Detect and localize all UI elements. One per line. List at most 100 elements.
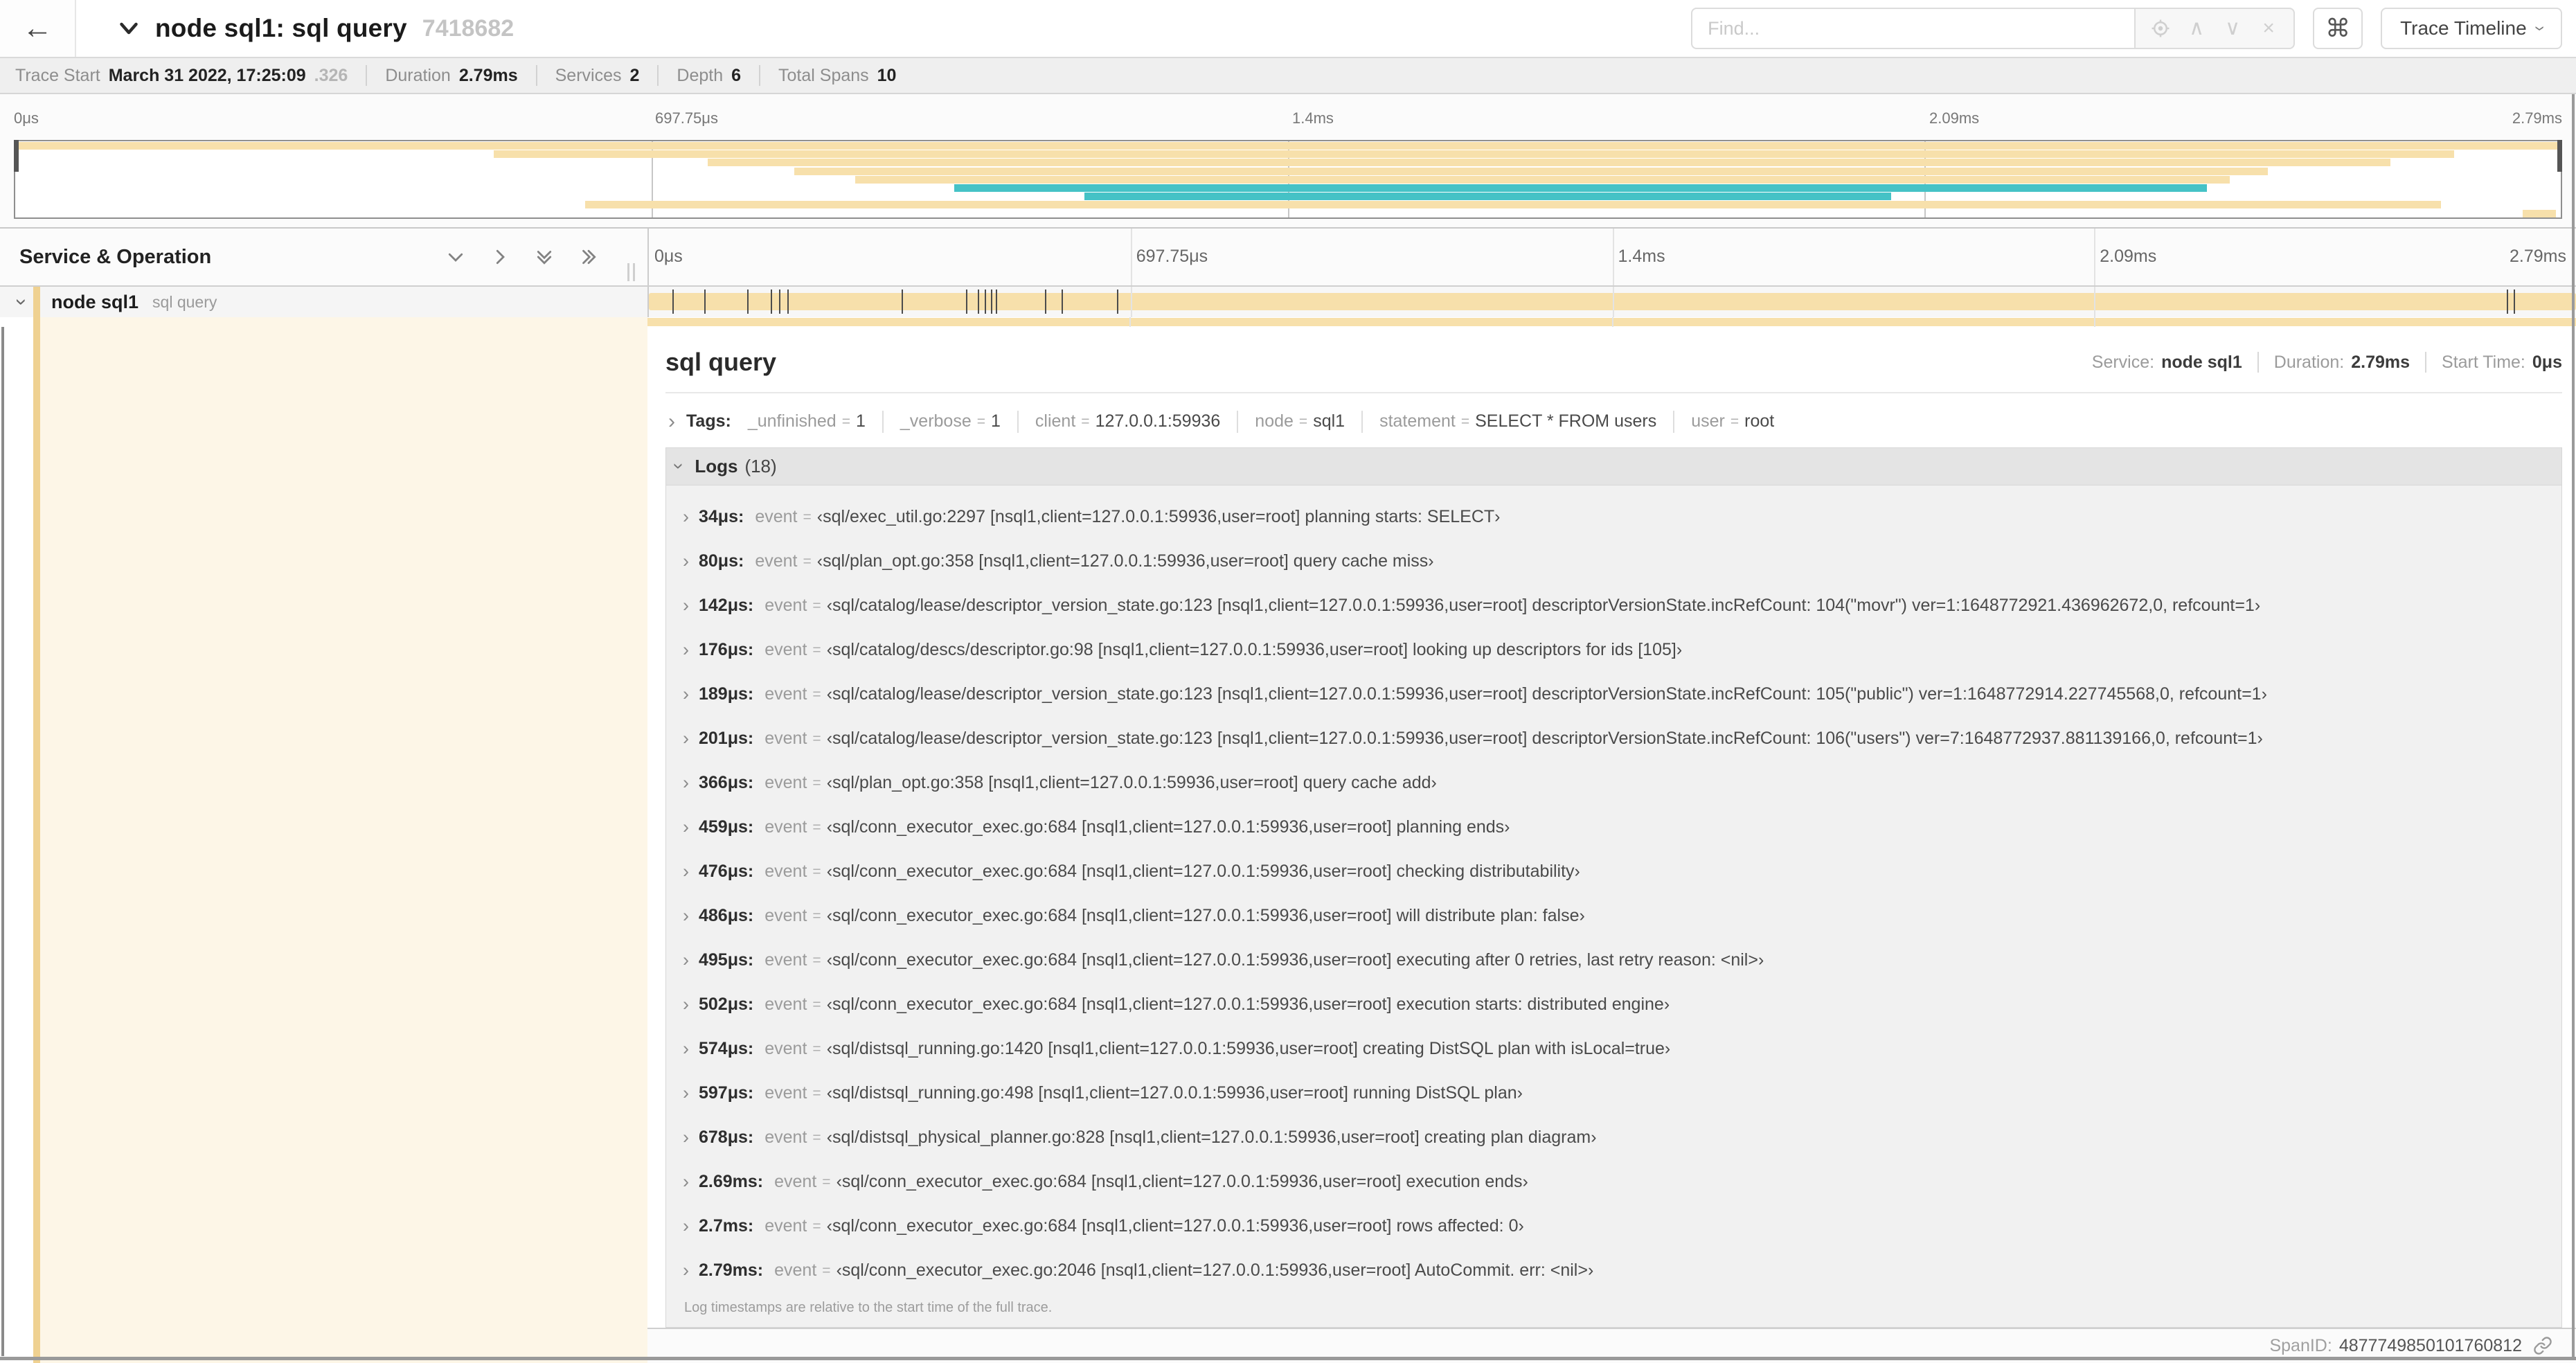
viewport-left-handle[interactable] — [14, 140, 19, 172]
chevron-right-icon[interactable]: › — [683, 818, 689, 837]
log-field-value: ‹sql/distsql_running.go:498 [nsql1,clien… — [826, 1083, 1523, 1103]
detail-strip-timeline — [647, 317, 2576, 327]
chevron-right-icon[interactable]: › — [683, 1217, 689, 1236]
span-id-value: 4877749850101760812 — [2338, 1335, 2522, 1355]
chevron-right-icon[interactable]: › — [668, 411, 675, 432]
log-row[interactable]: › 201μs: event = ‹sql/catalog/lease/descript… — [683, 717, 2555, 761]
log-row[interactable]: › 189μs: event = ‹sql/catalog/lease/descript… — [683, 672, 2555, 717]
chevron-right-icon[interactable]: › — [683, 508, 689, 526]
tag-item[interactable]: node = sql1 — [1255, 411, 1345, 431]
tag-key: statement — [1379, 411, 1456, 431]
chevron-right-icon[interactable]: › — [683, 685, 689, 704]
tag-item[interactable]: statement = SELECT * FROM users — [1379, 411, 1656, 431]
log-row[interactable]: › 366μs: event = ‹sql/plan_opt.go:358 [nsql1… — [683, 761, 2555, 805]
log-equals: = — [822, 1262, 831, 1279]
divider — [366, 65, 368, 86]
chevron-right-icon[interactable]: › — [683, 774, 689, 792]
log-row[interactable]: › 597μs: event = ‹sql/distsql_running.go:498… — [683, 1071, 2555, 1116]
log-field-key: event — [764, 596, 807, 616]
trace-view-label: Trace Timeline — [2400, 17, 2527, 39]
close-icon[interactable]: × — [2253, 13, 2284, 44]
log-row[interactable]: › 574μs: event = ‹sql/distsql_running.go:142… — [683, 1027, 2555, 1071]
log-row[interactable]: › 486μs: event = ‹sql/conn_executor_exec.go:… — [683, 894, 2555, 938]
chevron-right-icon[interactable]: › — [683, 1084, 689, 1103]
chevron-down-icon[interactable]: › — [10, 299, 33, 305]
log-row[interactable]: › 176μs: event = ‹sql/catalog/descs/descript… — [683, 628, 2555, 672]
span-row-name-cell[interactable]: › node sql1 sql query — [0, 287, 647, 317]
chevron-right-icon[interactable]: › — [683, 1128, 689, 1147]
log-field-value: ‹sql/conn_executor_exec.go:684 [nsql1,cl… — [836, 1172, 1528, 1192]
log-field-value: ‹sql/conn_executor_exec.go:684 [nsql1,cl… — [826, 906, 1585, 926]
detail-meta-label: Start Time: — [2442, 352, 2525, 372]
log-field-key: event — [764, 906, 807, 926]
chevron-right-icon[interactable]: › — [683, 951, 689, 970]
divider — [1017, 410, 1019, 433]
chevron-right-icon[interactable]: › — [683, 596, 689, 615]
column-resize-handle[interactable] — [627, 263, 635, 281]
chevron-down-icon[interactable]: ∨ — [2217, 13, 2248, 44]
log-field-key: event — [764, 729, 807, 749]
left-scrollbar[interactable] — [1, 327, 4, 1356]
find-input[interactable] — [1691, 8, 2135, 49]
deep-link-icon[interactable] — [2533, 1336, 2552, 1355]
chevron-right-icon[interactable]: › — [683, 641, 689, 659]
span-row[interactable]: › node sql1 sql query — [0, 287, 2576, 317]
tag-item[interactable]: user = root — [1691, 411, 1774, 431]
chevron-right-icon[interactable]: › — [683, 1040, 689, 1058]
ruler-tick-label: 697.75μs — [1136, 247, 1208, 266]
minimap-canvas[interactable] — [14, 140, 2562, 219]
log-row[interactable]: › 80μs: event = ‹sql/plan_opt.go:358 [nsql1,… — [683, 540, 2555, 584]
log-equals: = — [812, 1040, 821, 1057]
span-row-timeline-cell[interactable] — [647, 287, 2576, 317]
viewport-right-handle[interactable] — [2557, 140, 2562, 172]
tag-item[interactable]: _verbose = 1 — [900, 411, 1001, 431]
chevron-right-icon[interactable]: › — [683, 729, 689, 748]
log-equals: = — [812, 952, 821, 968]
keyboard-shortcuts-button[interactable]: ⌘ — [2313, 8, 2363, 49]
log-row[interactable]: › 502μs: event = ‹sql/conn_executor_exec.go:… — [683, 983, 2555, 1027]
log-row[interactable]: › 495μs: event = ‹sql/conn_executor_exec.go:… — [683, 938, 2555, 983]
chevron-right-icon[interactable]: › — [683, 995, 689, 1014]
timeline-header: Service & Operation 0μs 697.75μs 1.4ms 2.09… — [0, 229, 2576, 287]
bottom-scrollbar[interactable] — [0, 1357, 2576, 1360]
detail-meta-value: node sql1 — [2161, 352, 2242, 372]
log-field-key: event — [764, 950, 807, 970]
chevron-right-icon[interactable]: › — [683, 1173, 689, 1191]
find-tools: ∧ ∨ × — [2134, 8, 2296, 49]
tags-row[interactable]: › Tags: _unfinished = 1 _verbose = 1 client = 12… — [668, 407, 2562, 436]
trace-view-select[interactable]: Trace Timeline › — [2381, 8, 2562, 49]
log-equals: = — [812, 641, 821, 658]
back-button[interactable]: ← — [0, 0, 76, 57]
log-row[interactable]: › 34μs: event = ‹sql/exec_util.go:2297 [nsql… — [683, 495, 2555, 540]
logs-header[interactable]: › Logs (18) — [666, 447, 2561, 485]
chevron-right-icon[interactable]: › — [683, 1261, 689, 1280]
chevron-right-icon[interactable]: › — [683, 862, 689, 881]
chevron-right-icon[interactable]: › — [683, 907, 689, 925]
log-row[interactable]: › 459μs: event = ‹sql/conn_executor_exec.go:… — [683, 805, 2555, 850]
crosshair-icon[interactable] — [2145, 13, 2176, 44]
chevron-down-icon[interactable] — [116, 16, 141, 41]
expand-one-icon[interactable] — [490, 247, 510, 267]
chevron-up-icon[interactable]: ∧ — [2181, 13, 2212, 44]
log-timestamp: 366μs: — [699, 773, 754, 793]
span-detail-panel: sql query Service: node sql1 Duration: 2.79… — [647, 327, 2576, 1363]
log-row[interactable]: › 2.79ms: event = ‹sql/conn_executor_exec.go… — [683, 1249, 2555, 1293]
tag-item[interactable]: client = 127.0.0.1:59936 — [1035, 411, 1220, 431]
expand-all-icon[interactable] — [578, 247, 599, 267]
log-row[interactable]: › 2.7ms: event = ‹sql/conn_executor_exec.go:… — [683, 1204, 2555, 1249]
log-row[interactable]: › 476μs: event = ‹sql/conn_executor_exec.go:… — [683, 850, 2555, 894]
chevron-right-icon[interactable]: › — [683, 552, 689, 571]
log-timestamp: 142μs: — [699, 596, 754, 616]
collapse-all-icon[interactable] — [534, 247, 555, 267]
summary-value: 2 — [629, 65, 640, 85]
log-row[interactable]: › 678μs: event = ‹sql/distsql_physical_plann… — [683, 1116, 2555, 1160]
log-field-value: ‹sql/conn_executor_exec.go:684 [nsql1,cl… — [826, 995, 1670, 1015]
log-row[interactable]: › 142μs: event = ‹sql/catalog/lease/descript… — [683, 584, 2555, 628]
collapse-one-icon[interactable] — [445, 247, 466, 267]
log-row[interactable]: › 2.69ms: event = ‹sql/conn_executor_exec.go… — [683, 1160, 2555, 1204]
right-scrollbar[interactable] — [2572, 94, 2575, 1357]
log-field-value: ‹sql/conn_executor_exec.go:2046 [nsql1,c… — [836, 1260, 1594, 1281]
log-field-key: event — [764, 684, 807, 704]
minimap-span-bar — [2522, 209, 2556, 217]
tag-item[interactable]: _unfinished = 1 — [748, 411, 866, 431]
